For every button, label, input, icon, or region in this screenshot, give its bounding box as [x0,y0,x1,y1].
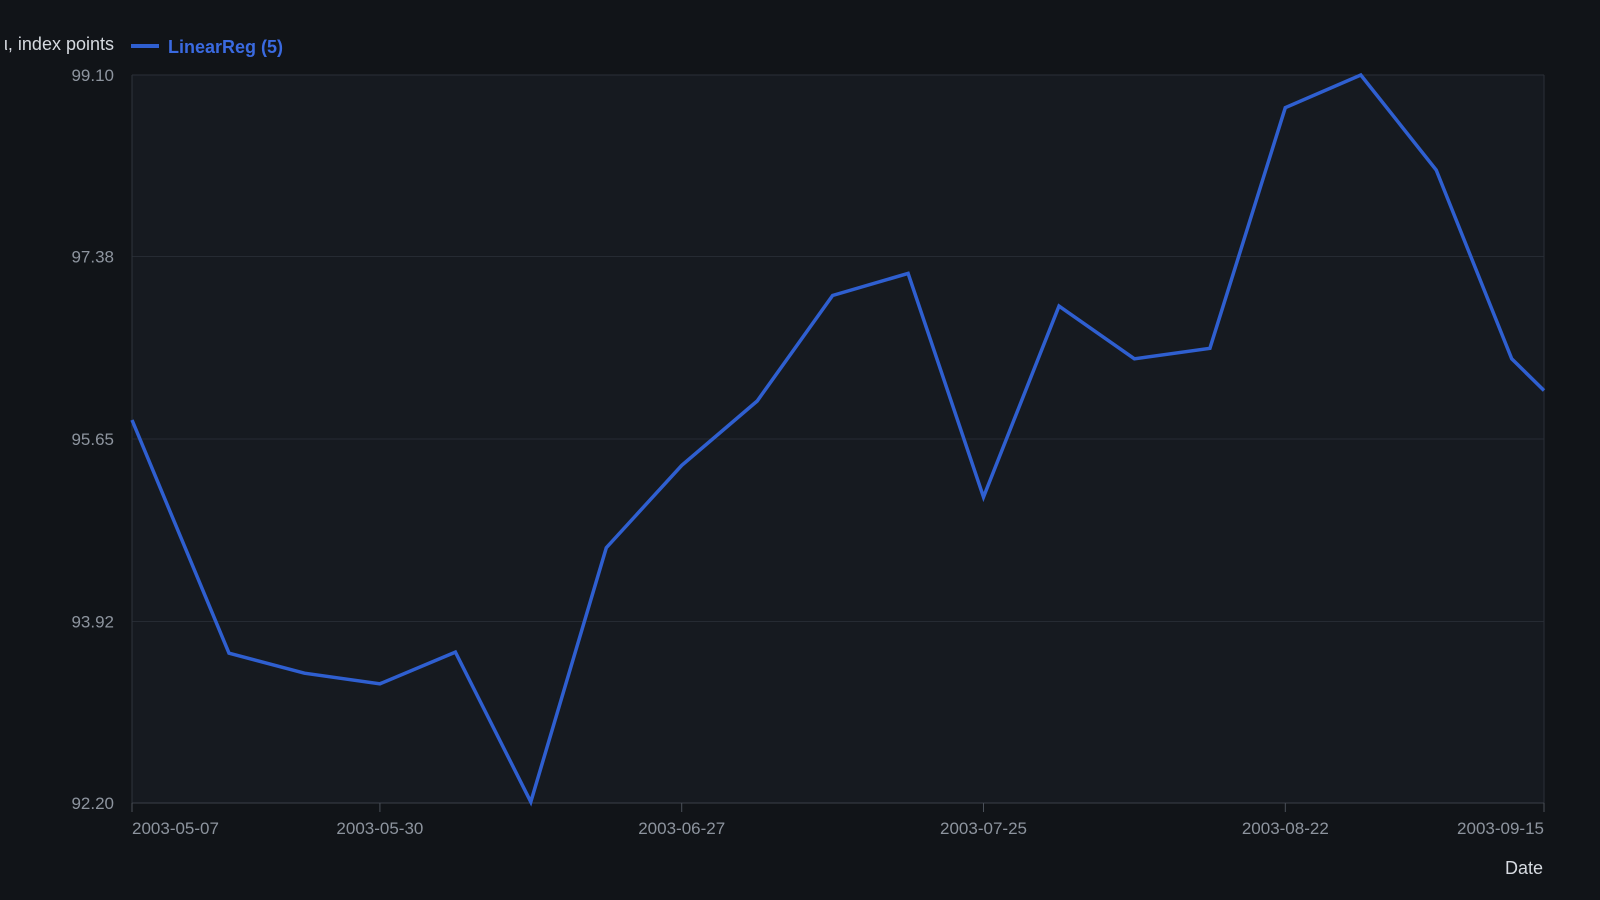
chart: 92.20 93.92 95.65 97.38 99.10 2003-05-07 2003… [0,0,1600,900]
x-tick-label: 2003-07-25 [940,819,1027,838]
x-tick-label: 2003-08-22 [1242,819,1329,838]
y-tick-label: 92.20 [71,794,114,813]
x-tick-label: 2003-05-07 [132,819,219,838]
x-tick-label: 2003-05-30 [336,819,423,838]
x-tick-label: 2003-06-27 [638,819,725,838]
x-tick-label: 2003-09-15 [1457,819,1544,838]
legend: LinearReg (5) [131,37,283,57]
y-axis-ticks: 92.20 93.92 95.65 97.38 99.10 [71,66,114,813]
x-axis-ticks: 2003-05-07 2003-05-30 2003-06-27 2003-07-25… [131,803,1545,838]
legend-label[interactable]: LinearReg (5) [168,37,283,57]
y-tick-label: 99.10 [71,66,114,85]
line-chart: 92.2093.9295.6597.3899.10 2003-05-07 2003… [4,34,1546,878]
x-axis-label: Date [1505,858,1543,878]
y-tick-label: 93.92 [71,613,114,632]
y-axis-label: ι, index points [4,34,114,54]
y-tick-label: 95.65 [71,430,114,449]
y-tick-label: 97.38 [71,247,114,266]
